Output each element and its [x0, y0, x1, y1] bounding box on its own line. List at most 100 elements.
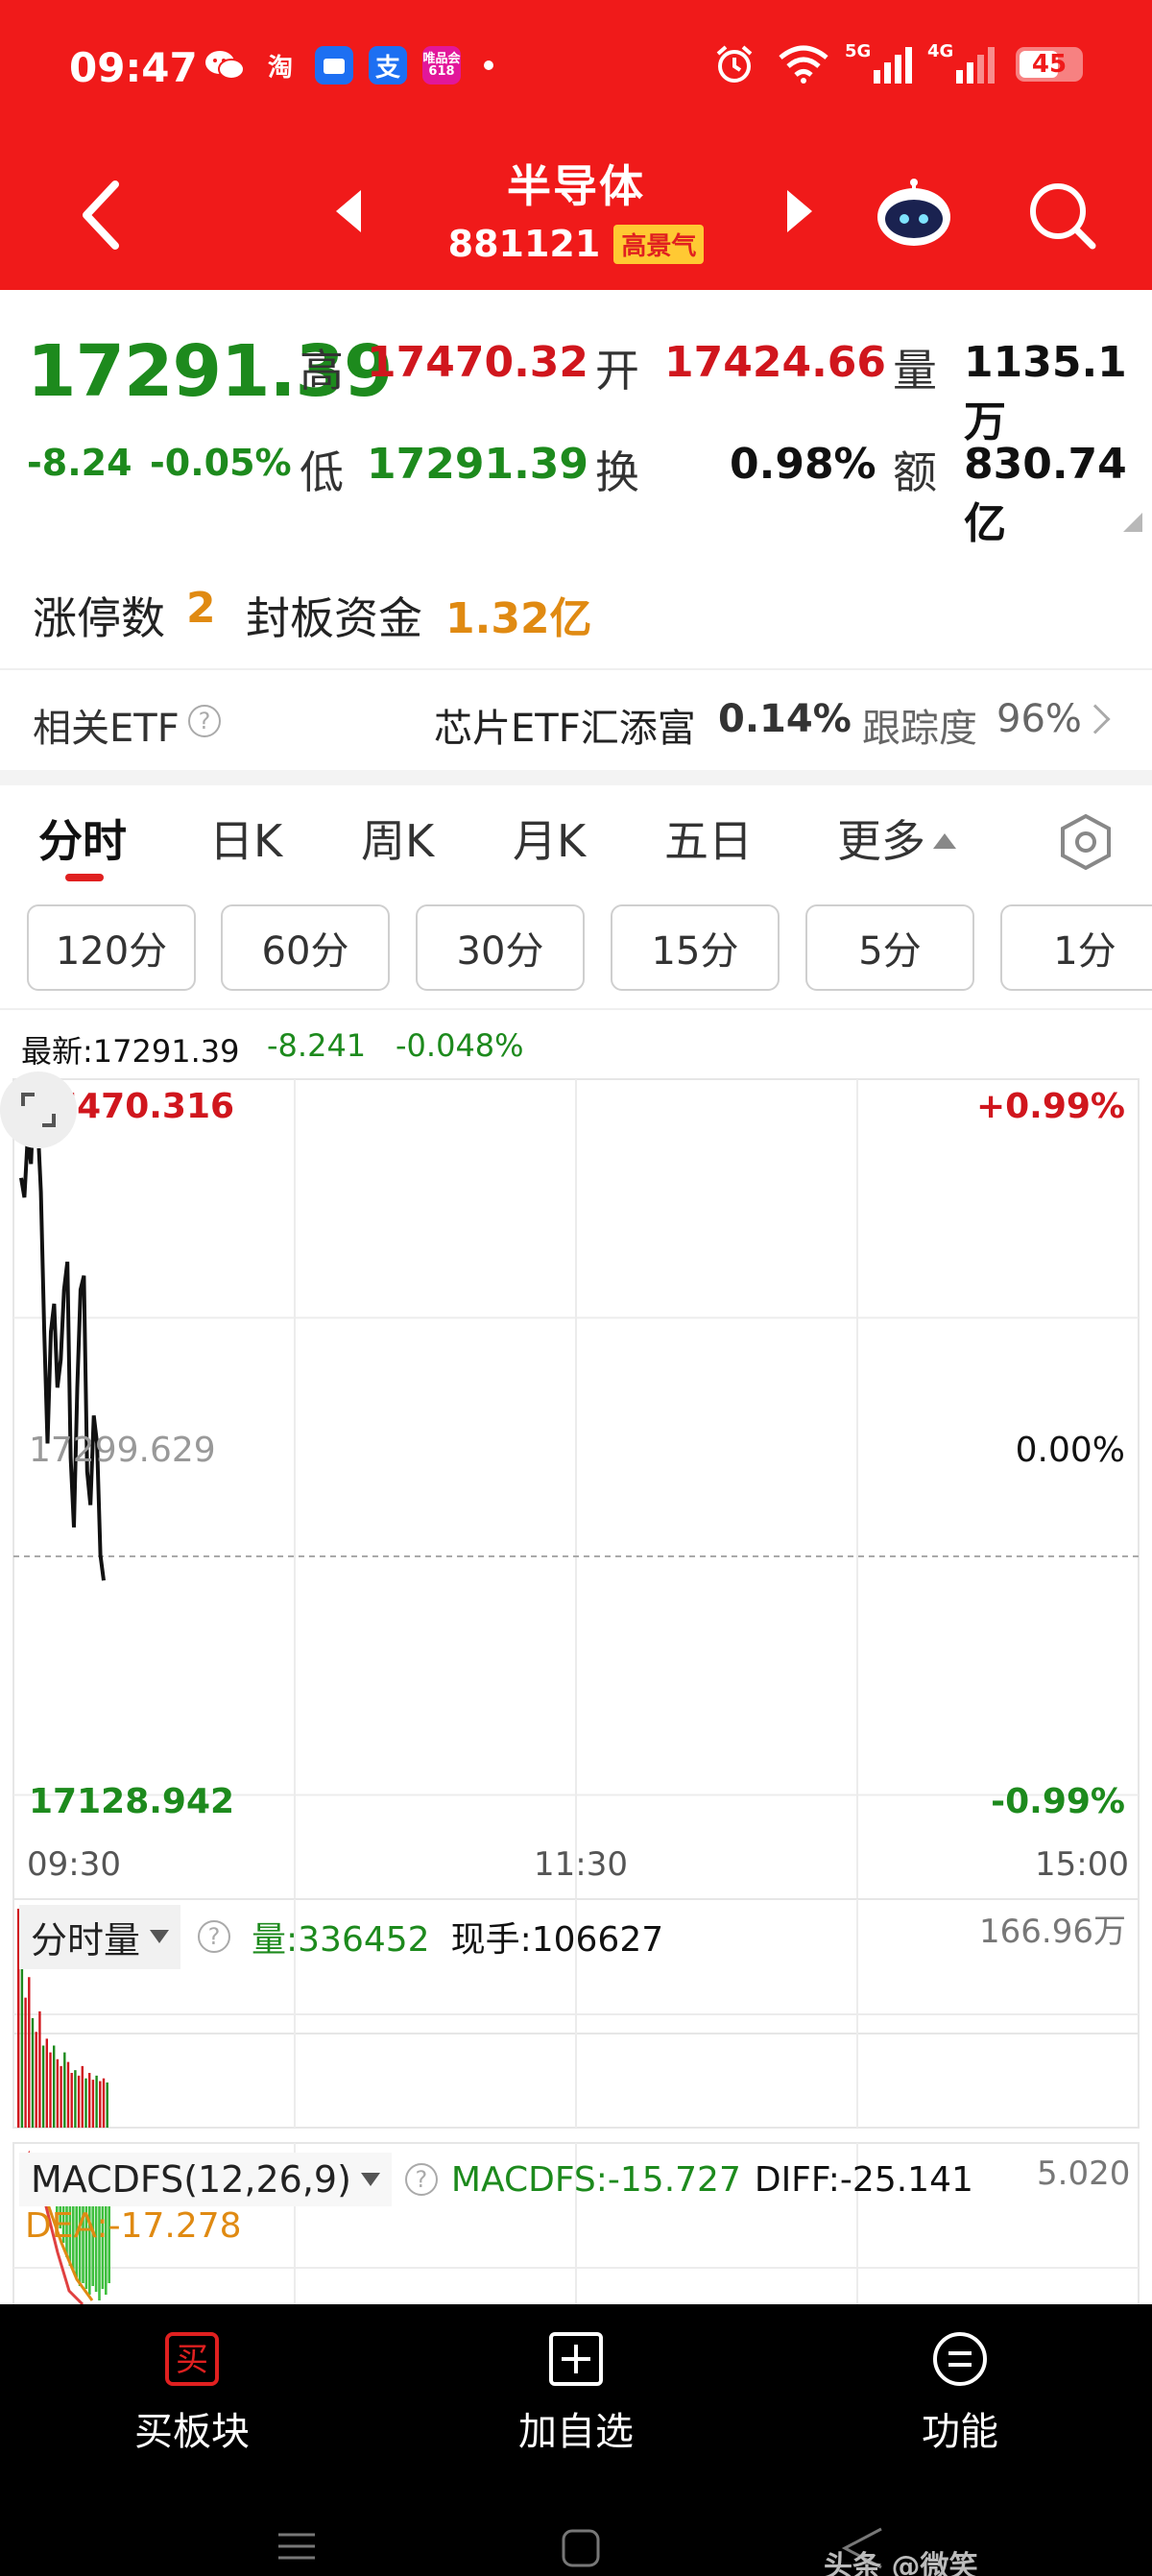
add-square-icon: [549, 2332, 603, 2386]
high-label: 高: [300, 345, 344, 397]
limit-count-value: 2: [186, 584, 216, 633]
code-line: 881121 高景气: [0, 223, 1152, 265]
chart-canvas: [12, 1078, 1140, 2306]
open-value: 17424.66: [664, 338, 887, 387]
seal-funds-value: 1.32亿: [445, 594, 592, 643]
volume-value: 1135.1万: [964, 338, 1127, 446]
intraday-chart[interactable]: 17470.316 +0.99% 17299.629 0.00% 17128.9…: [0, 1071, 1152, 2306]
caret-up-icon: [933, 832, 956, 849]
amount-label: 额: [893, 446, 937, 498]
volume-bar: [102, 2078, 106, 2128]
tab-intraday[interactable]: 分时: [38, 807, 127, 870]
buy-icon-glyph: 买: [176, 2341, 208, 2379]
tab-monthly-k[interactable]: 月K: [513, 807, 586, 870]
tracking-label: 跟踪度: [862, 707, 977, 751]
tv-app-icon: [315, 46, 353, 84]
tab-more[interactable]: 更多: [837, 807, 956, 870]
buy-sector-button[interactable]: 买 买板块: [77, 2331, 307, 2456]
tab-daily-k[interactable]: 日K: [209, 807, 282, 870]
functions-button[interactable]: 功能: [845, 2331, 1075, 2456]
limit-count-label: 涨停数: [33, 592, 165, 644]
volume-select-label: 分时量: [31, 1918, 141, 1962]
search-icon[interactable]: [1025, 179, 1098, 252]
home-icon[interactable]: [562, 2529, 600, 2567]
time-start-label: 09:30: [27, 1845, 121, 1884]
app-header: 09:47 淘 支 唯品会 618 5G 4G 45 半导体 881121 高景…: [0, 0, 1152, 290]
seal-funds-label: 封板资金: [246, 592, 422, 644]
volume-bar: [28, 1977, 31, 2128]
next-sector-button[interactable]: [787, 190, 812, 232]
status-system-icons: 5G 4G 45: [712, 41, 1083, 86]
tab-more-label: 更多: [837, 815, 925, 867]
low-label: 低: [300, 446, 344, 498]
volume-bar: [74, 2070, 77, 2128]
taobao-icon: 淘: [267, 53, 293, 83]
price-change: -8.24: [27, 442, 132, 484]
high-value: 17470.32: [367, 338, 589, 387]
pct-low-label: -0.99%: [991, 1782, 1125, 1821]
shopping-app-icon: 唯品会 618: [422, 46, 461, 84]
latest-change: -8.241: [267, 1027, 367, 1064]
hand-text: 现手:106627: [450, 1920, 664, 1960]
period-15m-button[interactable]: 15分: [611, 904, 780, 991]
volume-bar: [66, 2061, 70, 2128]
diff-text: DIFF:-25.141: [754, 2159, 973, 2200]
signal-5g-icon: 5G: [845, 41, 912, 84]
macdfs-text: MACDFS:-15.727: [450, 2159, 741, 2200]
add-watchlist-button[interactable]: 加自选: [461, 2331, 691, 2456]
period-5m-button[interactable]: 5分: [805, 904, 974, 991]
caret-down-icon: [360, 2173, 380, 2186]
battery-icon: 45: [1016, 47, 1083, 82]
macd-indicator-select[interactable]: MACDFS(12,26,9): [19, 2153, 392, 2206]
time-end-label: 15:00: [1035, 1845, 1129, 1884]
nav-bar: 半导体 881121 高景气: [0, 144, 1152, 290]
expand-quote-corner[interactable]: [1123, 513, 1142, 532]
menu-circle-icon: [933, 2332, 987, 2386]
fullscreen-icon[interactable]: [0, 1071, 77, 1148]
price-change-pct: -0.05%: [150, 442, 292, 484]
robot-assistant-icon[interactable]: [874, 179, 954, 248]
wifi-icon: [779, 45, 828, 84]
active-tab-indicator: [65, 874, 104, 881]
tab-weekly-k[interactable]: 周K: [361, 807, 434, 870]
macd-help-icon[interactable]: ?: [404, 2163, 438, 2196]
related-etf-row[interactable]: 相关ETF ? 芯片ETF汇添富 0.14% 跟踪度 96%: [0, 668, 1152, 770]
volume-max-label: 166.96万: [979, 1913, 1126, 1951]
volume-bar: [95, 2075, 98, 2128]
recent-apps-icon[interactable]: [278, 2533, 315, 2560]
period-60m-button[interactable]: 60分: [221, 904, 390, 991]
turnover-value: 0.98%: [730, 440, 876, 489]
page-title: 半导体: [507, 160, 645, 212]
macd-panel-header: MACDFS(12,26,9) ? MACDFS:-15.727 DIFF:-2…: [19, 2151, 973, 2208]
related-etf-label: 相关ETF: [33, 707, 180, 751]
period-120m-button[interactable]: 120分: [27, 904, 196, 991]
tab-five-day[interactable]: 五日: [664, 807, 753, 870]
title-block: 半导体 881121 高景气: [0, 152, 1152, 265]
chevron-right-icon: [1080, 704, 1111, 734]
turnover-label: 换: [595, 446, 639, 498]
settings-hexagon-icon[interactable]: [1056, 812, 1116, 872]
volume-bar: [60, 2065, 62, 2128]
chart-tabs: 分时 日K 周K 月K 五日 更多: [0, 785, 1152, 891]
etf-help-icon[interactable]: ?: [188, 705, 221, 737]
volume-bar: [77, 2075, 81, 2128]
latest-pct: -0.048%: [396, 1027, 524, 1064]
volume-help-icon[interactable]: ?: [198, 1920, 231, 1953]
volume-bar: [31, 2018, 35, 2128]
status-bar: 09:47 淘 支 唯品会 618 5G 4G 45: [0, 0, 1152, 144]
signal-4g-label: 4G: [927, 41, 954, 61]
latest-price: 最新:17291.39: [21, 1033, 240, 1070]
period-1m-button[interactable]: 1分: [1000, 904, 1152, 991]
alipay-icon: 支: [369, 46, 407, 84]
period-30m-button[interactable]: 30分: [416, 904, 585, 991]
amount-value: 830.74亿: [964, 440, 1127, 548]
status-time: 09:47: [69, 44, 198, 91]
bottom-toolbar: 买 买板块 加自选 功能: [0, 2304, 1152, 2576]
y-axis-low-label: 17128.942: [29, 1782, 235, 1821]
period-selector: 120分 60分 30分 15分 5分 1分: [0, 904, 1152, 997]
watermark-text: 头条 @微笑: [824, 2550, 978, 2576]
y-axis-mid-label: 17299.629: [29, 1431, 216, 1470]
volume-bar: [70, 2073, 73, 2128]
volume-indicator-select[interactable]: 分时量: [19, 1904, 181, 1969]
pct-high-label: +0.99%: [975, 1087, 1125, 1126]
